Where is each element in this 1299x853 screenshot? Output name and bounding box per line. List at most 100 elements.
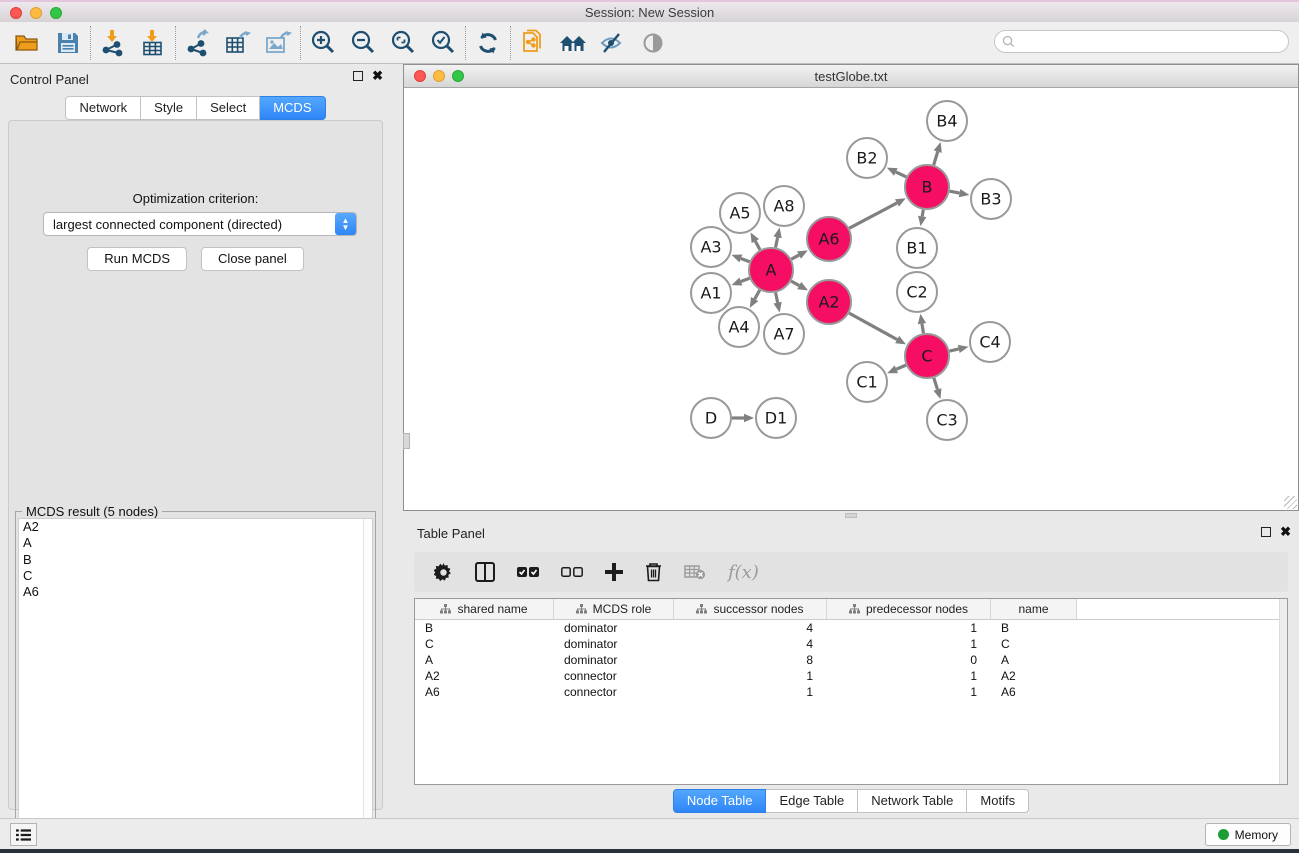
export-image-icon[interactable]	[258, 25, 298, 61]
table-cell[interactable]: 0	[827, 653, 991, 667]
task-history-button[interactable]	[10, 823, 37, 846]
mcds-result-list[interactable]: A2ABCA6	[18, 518, 373, 851]
table-cell[interactable]: 8	[674, 653, 827, 667]
table-cell[interactable]: 4	[674, 621, 827, 635]
column-header-shared-name[interactable]: shared name	[415, 599, 554, 619]
result-item-a2[interactable]: A2	[19, 519, 372, 535]
close-window-button[interactable]	[10, 7, 22, 19]
memory-button[interactable]: Memory	[1205, 823, 1291, 846]
search-box[interactable]	[994, 30, 1289, 53]
float-table-panel-icon[interactable]	[1261, 527, 1271, 537]
export-table-icon[interactable]	[218, 25, 258, 61]
zoom-selected-icon[interactable]	[423, 25, 463, 61]
table-cell[interactable]: 1	[827, 669, 991, 683]
zoom-out-icon[interactable]	[343, 25, 383, 61]
table-cell[interactable]: A6	[415, 685, 554, 699]
import-table-icon[interactable]	[133, 25, 173, 61]
column-header-successor-nodes[interactable]: successor nodes	[674, 599, 827, 619]
show-graphics-icon[interactable]	[633, 25, 673, 61]
column-visibility-icon[interactable]	[475, 562, 495, 582]
table-row-b[interactable]: Bdominator41B	[415, 620, 1287, 636]
table-options-gear-icon[interactable]	[434, 563, 453, 582]
table-cell[interactable]: dominator	[554, 653, 674, 667]
table-cell[interactable]: dominator	[554, 621, 674, 635]
table-cell[interactable]: C	[991, 637, 1077, 651]
network-close-button[interactable]	[414, 70, 426, 82]
close-panel-button[interactable]: Close panel	[201, 247, 304, 271]
import-network-icon[interactable]	[93, 25, 133, 61]
result-item-b[interactable]: B	[19, 552, 372, 568]
refresh-icon[interactable]	[468, 25, 508, 61]
graph-node-label-B: B	[922, 178, 933, 197]
column-header-MCDS-role[interactable]: MCDS role	[554, 599, 674, 619]
result-item-a[interactable]: A	[19, 535, 372, 551]
result-item-a6[interactable]: A6	[19, 584, 372, 600]
result-item-c[interactable]: C	[19, 568, 372, 584]
column-header-name[interactable]: name	[991, 599, 1077, 619]
graph-node-label-D1: D1	[765, 409, 788, 428]
horizontal-divider-handle[interactable]	[845, 513, 857, 518]
add-column-icon[interactable]	[605, 563, 623, 581]
tab-select[interactable]: Select	[197, 96, 260, 120]
table-cell[interactable]: 4	[674, 637, 827, 651]
run-mcds-button[interactable]: Run MCDS	[87, 247, 187, 271]
table-cell[interactable]: connector	[554, 685, 674, 699]
criterion-select[interactable]: largest connected component (directed) ▲…	[43, 212, 357, 236]
zoom-fit-icon[interactable]	[383, 25, 423, 61]
network-minimize-button[interactable]	[433, 70, 445, 82]
open-file-icon[interactable]	[8, 25, 48, 61]
tab-mcds[interactable]: MCDS	[260, 96, 325, 120]
table-cell[interactable]: C	[415, 637, 554, 651]
table-cell[interactable]: B	[415, 621, 554, 635]
tab-motifs[interactable]: Motifs	[967, 789, 1029, 813]
network-maximize-button[interactable]	[452, 70, 464, 82]
maximize-window-button[interactable]	[50, 7, 62, 19]
zoom-in-icon[interactable]	[303, 25, 343, 61]
search-input[interactable]	[1019, 35, 1288, 49]
table-scrollbar[interactable]	[1279, 599, 1287, 784]
tab-node-table[interactable]: Node Table	[673, 789, 767, 813]
table-cell[interactable]: 1	[827, 637, 991, 651]
export-network-icon[interactable]	[178, 25, 218, 61]
table-cell[interactable]: 1	[674, 669, 827, 683]
table-cell[interactable]: 1	[827, 685, 991, 699]
result-scrollbar[interactable]	[363, 519, 372, 850]
network-window-titlebar[interactable]: testGlobe.txt	[404, 65, 1298, 88]
save-session-icon[interactable]	[48, 25, 88, 61]
table-cell[interactable]: A2	[415, 669, 554, 683]
table-row-a[interactable]: Adominator80A	[415, 652, 1287, 668]
table-row-c[interactable]: Cdominator41C	[415, 636, 1287, 652]
network-canvas[interactable]: B4B2BB3A8A5A6A3B1AA1C2A2A4A7C4CC1DD1C3	[404, 88, 1298, 510]
table-row-a2[interactable]: A2connector11A2	[415, 668, 1287, 684]
hide-panel-icon[interactable]	[593, 25, 633, 61]
minimize-window-button[interactable]	[30, 7, 42, 19]
table-cell[interactable]: dominator	[554, 637, 674, 651]
window-resize-grip[interactable]	[1284, 496, 1297, 509]
select-all-icon[interactable]	[517, 565, 539, 579]
table-cell[interactable]: A	[991, 653, 1077, 667]
table-cell[interactable]: B	[991, 621, 1077, 635]
table-cell[interactable]: A2	[991, 669, 1077, 683]
graph-edge-B-B2	[896, 172, 906, 177]
cyndex-icon[interactable]	[513, 25, 553, 61]
table-cell[interactable]: connector	[554, 669, 674, 683]
table-row-a6[interactable]: A6connector11A6	[415, 684, 1287, 700]
function-builder-icon[interactable]: f(x)	[728, 562, 759, 583]
tab-style[interactable]: Style	[141, 96, 197, 120]
close-panel-icon[interactable]: ✖	[372, 71, 383, 81]
ndex-home-icon[interactable]	[553, 25, 593, 61]
table-cell[interactable]: 1	[674, 685, 827, 699]
panel-divider-handle[interactable]	[403, 433, 410, 449]
table-cell[interactable]: A	[415, 653, 554, 667]
float-panel-icon[interactable]	[353, 71, 363, 81]
tab-network[interactable]: Network	[65, 96, 141, 120]
deselect-all-icon[interactable]	[561, 565, 583, 579]
delete-column-icon[interactable]	[645, 562, 662, 582]
close-table-panel-icon[interactable]: ✖	[1280, 527, 1291, 537]
column-header-predecessor-nodes[interactable]: predecessor nodes	[827, 599, 991, 619]
tab-edge-table[interactable]: Edge Table	[766, 789, 858, 813]
delete-table-icon[interactable]	[684, 564, 706, 580]
table-cell[interactable]: A6	[991, 685, 1077, 699]
table-cell[interactable]: 1	[827, 621, 991, 635]
tab-network-table[interactable]: Network Table	[858, 789, 967, 813]
